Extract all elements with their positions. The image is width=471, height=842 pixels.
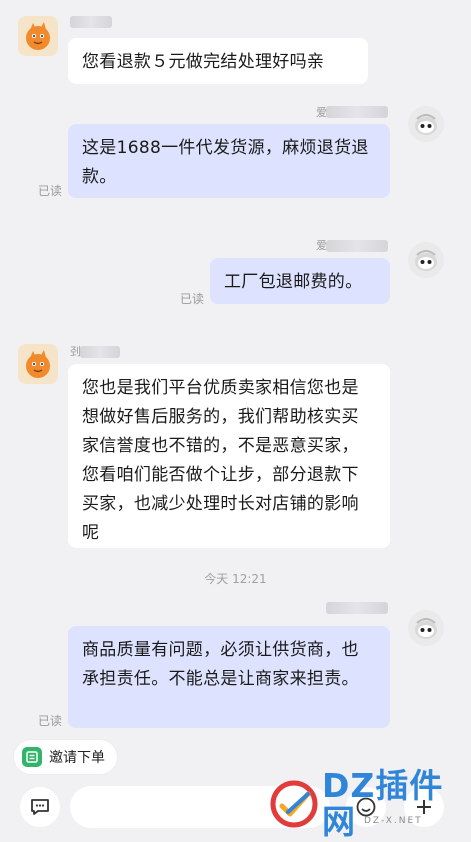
robot-avatar-icon <box>415 618 437 639</box>
my-avatar[interactable] <box>408 242 444 278</box>
watermark-text: DZ插件网 <box>322 766 444 841</box>
message-bubble[interactable]: 您也是我们平台优质卖家相信您也是想做好售后服务的，我们帮助核实买家信誉度也不错的… <box>68 364 390 548</box>
message-text: 这是1688一件代发货源，麻烦退货退款。 <box>82 138 369 187</box>
seller-avatar[interactable] <box>18 344 58 384</box>
site-watermark: DZ插件网 DZ-X.NET <box>268 768 464 840</box>
message-text: 商品质量有问题，必须让供货商，也承担责任。不能总是让商家来担责。 <box>82 640 359 689</box>
read-status: 已读 <box>38 714 63 728</box>
my-avatar[interactable] <box>408 610 444 646</box>
seller-name-blurred <box>70 16 112 28</box>
read-status: 已读 <box>38 184 63 198</box>
mascot-avatar-icon <box>26 22 50 50</box>
watermark-logo-icon <box>268 778 320 830</box>
read-status: 已读 <box>180 292 205 306</box>
message-bubble[interactable]: 您看退款５元做完结处理好吗亲 <box>68 38 368 84</box>
message-text: 您看退款５元做完结处理好吗亲 <box>82 52 325 72</box>
buyer-name-blurred <box>326 602 388 614</box>
invite-order-button[interactable]: 邀请下单 <box>14 740 117 774</box>
my-avatar[interactable] <box>408 106 444 142</box>
message-bubble[interactable]: 商品质量有问题，必须让供货商，也承担责任。不能总是让商家来担责。 <box>68 626 390 728</box>
message-bubble[interactable]: 这是1688一件代发货源，麻烦退货退款。 <box>68 124 390 198</box>
buyer-name-initial: 爱 <box>316 239 327 252</box>
robot-avatar-icon <box>415 250 437 271</box>
message-text: 您也是我们平台优质卖家相信您也是想做好售后服务的，我们帮助核实买家信誉度也不错的… <box>82 378 359 543</box>
order-invite-icon <box>22 747 42 767</box>
seller-name-blurred <box>80 346 120 358</box>
buyer-name-blurred <box>326 240 388 252</box>
timestamp: 今天 12:21 <box>204 572 267 586</box>
quick-reply-button[interactable] <box>20 787 60 827</box>
mascot-avatar-icon <box>26 350 50 378</box>
buyer-name-initial: 爱 <box>316 106 327 119</box>
invite-order-label: 邀请下单 <box>49 750 105 766</box>
message-text: 工厂包退邮费的。 <box>224 272 363 292</box>
seller-avatar[interactable] <box>18 16 58 56</box>
chat-bubble-icon <box>31 799 49 815</box>
message-bubble[interactable]: 工厂包退邮费的。 <box>210 258 390 304</box>
robot-avatar-icon <box>415 114 437 135</box>
watermark-subtext: DZ-X.NET <box>364 816 423 826</box>
buyer-name-blurred <box>326 106 388 118</box>
